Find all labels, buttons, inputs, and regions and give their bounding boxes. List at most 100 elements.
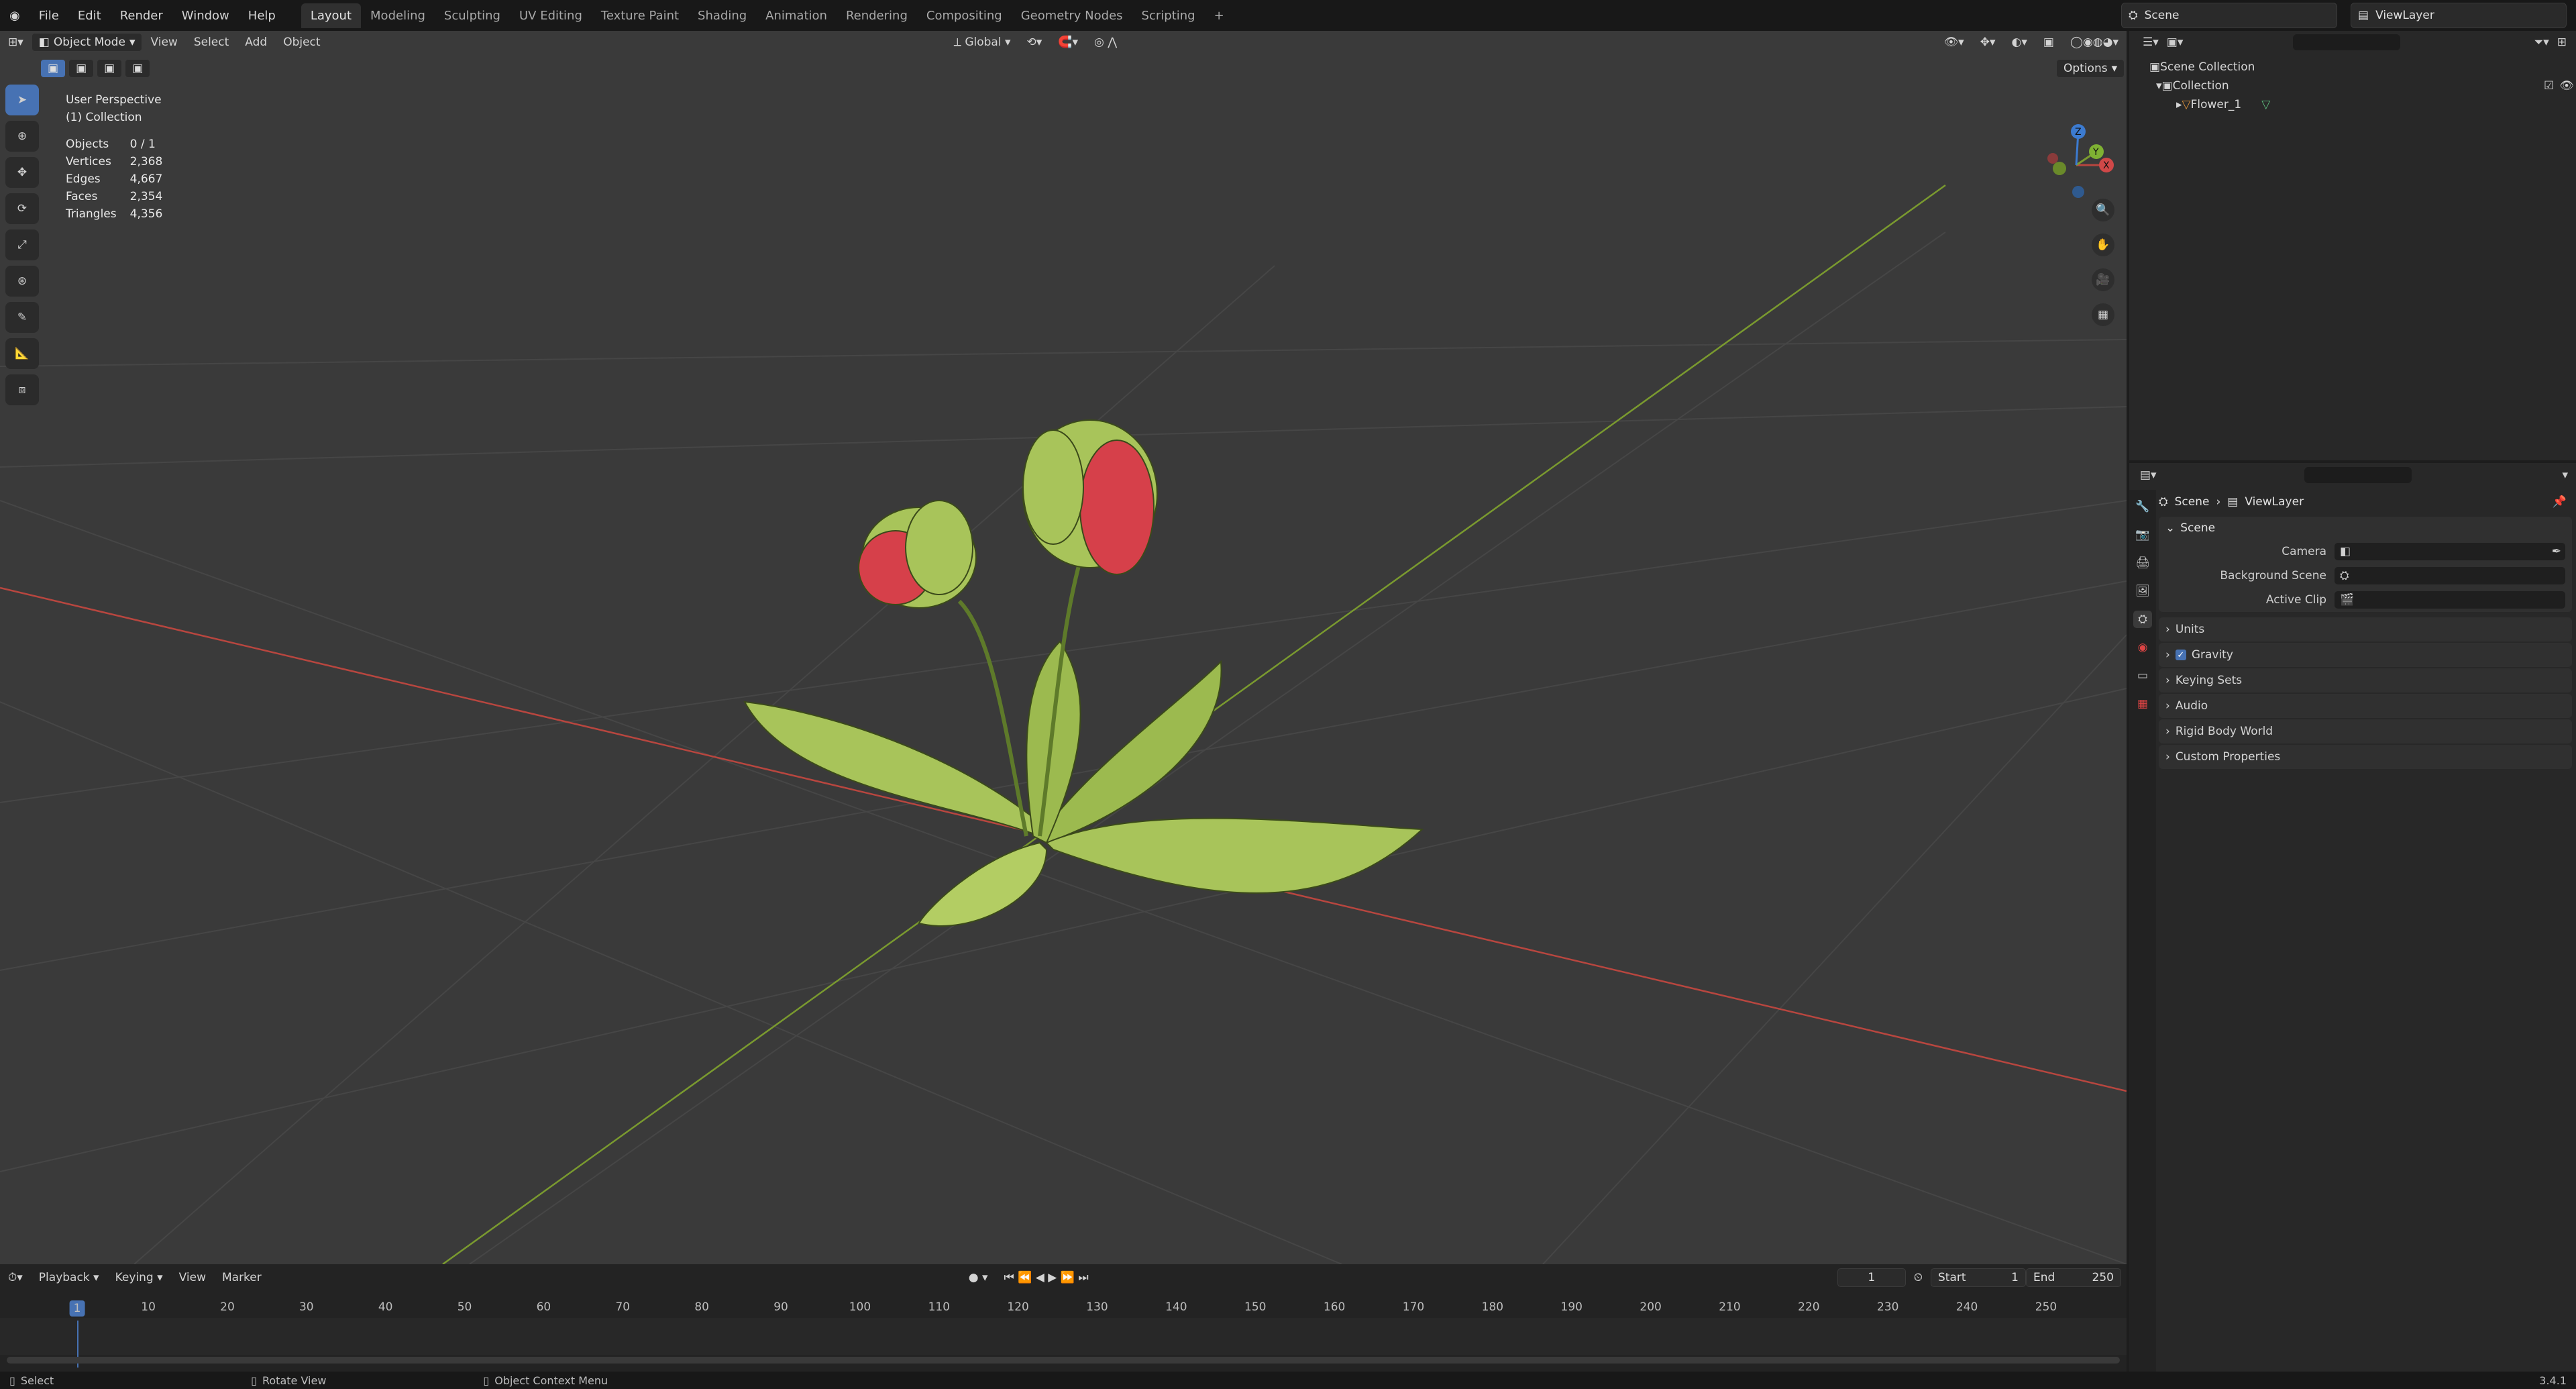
custom-properties-panel[interactable]: › Custom Properties	[2159, 745, 2572, 769]
gizmo-toggle-icon[interactable]: ✥▾	[1972, 36, 2004, 49]
viewport-menu-object[interactable]: Object	[275, 36, 328, 49]
playback-controls[interactable]: ⏮ ⏪ ◀ ▶ ⏩ ⏭	[996, 1271, 1097, 1284]
menu-render[interactable]: Render	[111, 9, 172, 23]
tool-tab-icon[interactable]: 🔧	[2133, 498, 2152, 515]
snap-icon[interactable]: 🧲▾	[1050, 36, 1086, 49]
menu-edit[interactable]: Edit	[68, 9, 111, 23]
3d-viewport[interactable]: ⊞▾ ◧ Object Mode ▾ View Select Add Objec…	[0, 31, 2127, 1264]
menu-file[interactable]: File	[30, 9, 68, 23]
tab-modeling[interactable]: Modeling	[361, 3, 435, 28]
checkbox-icon[interactable]: ☑	[2544, 79, 2554, 93]
add-workspace-icon[interactable]: +	[1205, 3, 1234, 28]
transform-tool-icon[interactable]: ⊛	[5, 266, 39, 297]
viewport-menu-select[interactable]: Select	[186, 36, 237, 49]
active-clip-field[interactable]: 🎬	[2334, 591, 2565, 609]
background-scene-field[interactable]: ⛭	[2334, 567, 2565, 584]
timeline-editor-icon[interactable]: ⏱▾	[0, 1271, 31, 1284]
shading-modes-icon[interactable]: ◯◉◍◕▾	[2062, 36, 2127, 49]
pan-hand-icon[interactable]: ✋	[2092, 234, 2114, 256]
current-frame-field[interactable]: 1	[1837, 1268, 1906, 1287]
outliner-row-flower[interactable]: ▸ ▽ Flower_1 ▽ 👁 📷	[2129, 95, 2576, 114]
viewport-menu-add[interactable]: Add	[237, 36, 275, 49]
select-intersect-icon[interactable]: ▣	[125, 59, 151, 78]
outliner-search-input[interactable]	[2293, 34, 2401, 50]
add-cube-tool-icon[interactable]: ⧈	[5, 374, 39, 405]
zoom-icon[interactable]: 🔍	[2092, 199, 2114, 221]
display-mode-icon[interactable]: ▣▾	[2167, 36, 2184, 49]
scale-tool-icon[interactable]: ⤢	[5, 229, 39, 260]
tab-texture-paint[interactable]: Texture Paint	[592, 3, 688, 28]
tab-compositing[interactable]: Compositing	[917, 3, 1012, 28]
tab-geometry-nodes[interactable]: Geometry Nodes	[1012, 3, 1132, 28]
chevron-down-icon[interactable]: ▾	[2562, 468, 2568, 482]
timeline-menu-marker[interactable]: Marker	[214, 1271, 270, 1284]
properties-editor-icon[interactable]: ▤▾	[2140, 468, 2157, 482]
grid-toggle-icon[interactable]: ▦	[2092, 303, 2114, 326]
overlay-toggle-icon[interactable]: ◐▾	[2004, 36, 2035, 49]
menu-window[interactable]: Window	[172, 9, 239, 23]
pin-icon[interactable]: 📌	[2553, 495, 2567, 509]
output-tab-icon[interactable]: 🖨	[2133, 554, 2152, 572]
annotate-tool-icon[interactable]: ✎	[5, 302, 39, 333]
xray-icon[interactable]: ▣	[2035, 36, 2062, 49]
outliner-editor-icon[interactable]: ☰▾	[2143, 36, 2159, 49]
rotate-tool-icon[interactable]: ⟳	[5, 193, 39, 224]
flower-mesh[interactable]	[743, 419, 1424, 927]
camera-view-icon[interactable]: 🎥	[2092, 268, 2114, 291]
select-extend-icon[interactable]: ▣	[68, 59, 95, 78]
pivot-point-icon[interactable]: ⟲▾	[1019, 36, 1051, 49]
audio-panel[interactable]: › Audio	[2159, 694, 2572, 718]
measure-tool-icon[interactable]: 📐	[5, 338, 39, 369]
frame-ruler[interactable]: 1 10 20 30 40 50 60 70 80 90 100 110 120 130 140 150 160…	[0, 1298, 2127, 1318]
eyedropper-icon[interactable]: ✒	[2552, 545, 2561, 558]
editor-type-icon[interactable]: ⊞▾	[0, 36, 32, 49]
view-layer-selector[interactable]: ▤ ViewLayer	[2351, 3, 2567, 28]
timeline-track[interactable]	[0, 1318, 2127, 1355]
tab-rendering[interactable]: Rendering	[837, 3, 917, 28]
tab-animation[interactable]: Animation	[756, 3, 837, 28]
tab-uv-editing[interactable]: UV Editing	[510, 3, 592, 28]
rigid-body-world-panel[interactable]: › Rigid Body World	[2159, 719, 2572, 743]
start-frame-field[interactable]: Start 1	[1931, 1268, 2026, 1287]
select-tool-icon[interactable]: ➤	[5, 85, 39, 115]
properties-search-input[interactable]	[2304, 467, 2412, 483]
outliner-row-collection[interactable]: ▾ ▣ Collection ☑ 👁 📷	[2129, 76, 2576, 95]
mode-dropdown[interactable]: ◧ Object Mode ▾	[31, 33, 143, 52]
timeline-menu-view[interactable]: View	[171, 1271, 214, 1284]
gravity-checkbox[interactable]: ✓	[2175, 650, 2186, 660]
eye-icon[interactable]: 👁	[2559, 79, 2574, 93]
cursor-tool-icon[interactable]: ⊕	[5, 121, 39, 152]
render-tab-icon[interactable]: 📷	[2133, 526, 2152, 544]
visibility-icon[interactable]: 👁▾	[1936, 36, 1972, 49]
blender-logo-icon[interactable]: ◉	[0, 9, 30, 23]
outliner-row-scene-collection[interactable]: ▣ Scene Collection	[2129, 58, 2576, 76]
scene-selector[interactable]: ⛭ Scene	[2121, 3, 2337, 28]
timeline-menu-keying[interactable]: Keying ▾	[107, 1271, 171, 1284]
menu-help[interactable]: Help	[239, 9, 285, 23]
select-new-icon[interactable]: ▣	[40, 59, 66, 78]
select-subtract-icon[interactable]: ▣	[97, 59, 123, 78]
tab-shading[interactable]: Shading	[688, 3, 756, 28]
navigation-gizmo[interactable]: X Y Z	[2033, 91, 2120, 205]
transform-orientation-dropdown[interactable]: ⟂ Global ▾	[946, 36, 1019, 49]
tab-scripting[interactable]: Scripting	[1132, 3, 1205, 28]
units-panel[interactable]: › Units	[2159, 617, 2572, 641]
proportional-edit-icon[interactable]: ◎ ⋀	[1086, 36, 1125, 49]
filter-icon[interactable]: ⏷▾	[2534, 36, 2549, 49]
record-keyframe-icon[interactable]: ● ▾	[961, 1271, 996, 1284]
keying-sets-panel[interactable]: › Keying Sets	[2159, 668, 2572, 692]
gravity-panel[interactable]: › ✓ Gravity	[2159, 643, 2572, 667]
texture-tab-icon[interactable]: ▦	[2133, 695, 2152, 713]
move-tool-icon[interactable]: ✥	[5, 157, 39, 188]
expand-arrow-icon[interactable]: ▾	[2156, 79, 2162, 93]
viewport-menu-view[interactable]: View	[142, 36, 185, 49]
timeline-menu-playback[interactable]: Playback ▾	[31, 1271, 107, 1284]
camera-field[interactable]: ◧ ✒	[2334, 543, 2565, 560]
expand-arrow-icon[interactable]: ▸	[2176, 98, 2182, 111]
options-dropdown[interactable]: Options ▾	[2056, 59, 2125, 78]
collection-tab-icon[interactable]: ▭	[2133, 667, 2152, 684]
tab-layout[interactable]: Layout	[301, 3, 362, 28]
world-tab-icon[interactable]: ◉	[2133, 639, 2152, 656]
tab-sculpting[interactable]: Sculpting	[435, 3, 510, 28]
scene-tab-icon[interactable]: ⛭	[2133, 611, 2152, 628]
